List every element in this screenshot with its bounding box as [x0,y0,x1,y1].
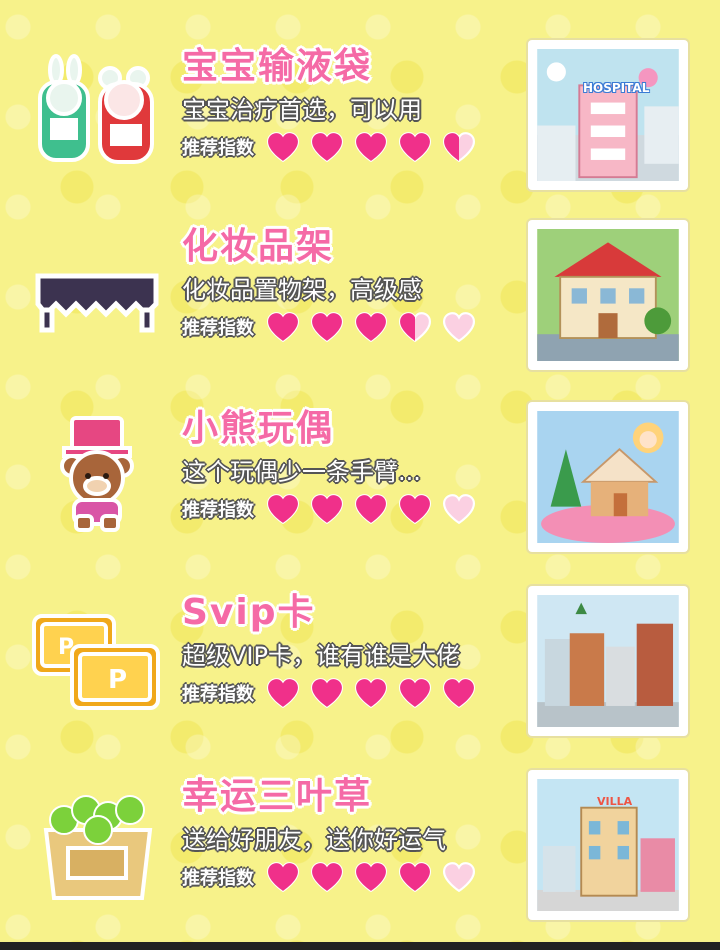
iv-bag-bunny-bear-icon [38,54,154,164]
list-item[interactable]: 化妆品架 化妆品置物架，高级感 推荐指数 [0,208,720,378]
rating-label: 推荐指数 [182,868,254,889]
house-stamp-image [528,220,688,370]
heart-icon [398,312,432,343]
heart-icon [354,494,388,525]
heart-icon [266,312,300,343]
rating-row: 推荐指数 [182,860,512,894]
hearts-rating [264,677,478,709]
item-title: 宝宝输液袋 [182,46,373,87]
item-title: 化妆品架 [182,226,335,267]
heart-icon [310,678,344,709]
svip-card-icon: P P [32,614,160,710]
heart-icon [354,862,388,893]
heart-icon [442,862,476,893]
rating-label: 推荐指数 [182,500,254,521]
rating-row: 推荐指数 [182,492,512,526]
item-description: 送给好朋友，送你好运气 [182,826,446,854]
heart-icon [442,494,476,525]
heart-icon [266,862,300,893]
svg-text:P: P [58,635,74,660]
rating-label: 推荐指数 [182,138,254,159]
heart-icon [266,494,300,525]
item-title: Svip卡 [182,592,316,633]
list-item[interactable]: 宝宝输液袋 宝宝治疗首选，可以用 推荐指数 HOSPITAL [0,28,720,198]
heart-icon [354,678,388,709]
rating-label: 推荐指数 [182,684,254,705]
item-title: 幸运三叶草 [182,776,373,817]
hearts-rating [264,311,478,343]
list-item[interactable]: 幸运三叶草 送给好朋友，送你好运气 推荐指数 VILLA [0,758,720,928]
clover-box-icon [43,795,153,900]
heart-icon [398,494,432,525]
heart-icon [310,132,344,163]
city-stamp-image [528,586,688,736]
cosmetic-shelf-icon [35,273,159,333]
hearts-rating [264,493,478,525]
rating-row: 推荐指数 [182,676,512,710]
bear-doll-icon [60,416,134,532]
item-description: 宝宝治疗首选，可以用 [182,96,422,124]
heart-icon [398,132,432,163]
heart-icon [310,312,344,343]
heart-icon [442,312,476,343]
svg-text:P: P [108,665,127,695]
item-description: 这个玩偶少一条手臂... [182,458,421,486]
list-item[interactable]: P P Svip卡 超级VIP卡，谁有谁是大佬 推荐指数 [0,574,720,744]
heart-icon [398,862,432,893]
hospital-stamp-image: HOSPITAL [528,40,688,190]
heart-icon [310,862,344,893]
heart-icon [442,678,476,709]
rating-row: 推荐指数 [182,310,512,344]
hearts-rating [264,131,478,163]
item-description: 化妆品置物架，高级感 [182,276,422,304]
villa-stamp-image: VILLA [528,770,688,920]
heart-icon [398,678,432,709]
stamp-sign: HOSPITAL [583,81,650,95]
hearts-rating [264,861,478,893]
stamp-sign: VILLA [597,795,633,808]
item-title: 小熊玩偶 [182,408,335,449]
rating-row: 推荐指数 [182,130,512,164]
heart-icon [266,132,300,163]
list-item[interactable]: 小熊玩偶 这个玩偶少一条手臂... 推荐指数 [0,390,720,560]
heart-icon [266,678,300,709]
heart-icon [354,132,388,163]
bottom-edge [0,942,720,950]
christmas-stamp-image [528,402,688,552]
heart-icon [310,494,344,525]
item-description: 超级VIP卡，谁有谁是大佬 [182,642,460,670]
heart-icon [442,132,476,163]
rating-label: 推荐指数 [182,318,254,339]
heart-icon [354,312,388,343]
